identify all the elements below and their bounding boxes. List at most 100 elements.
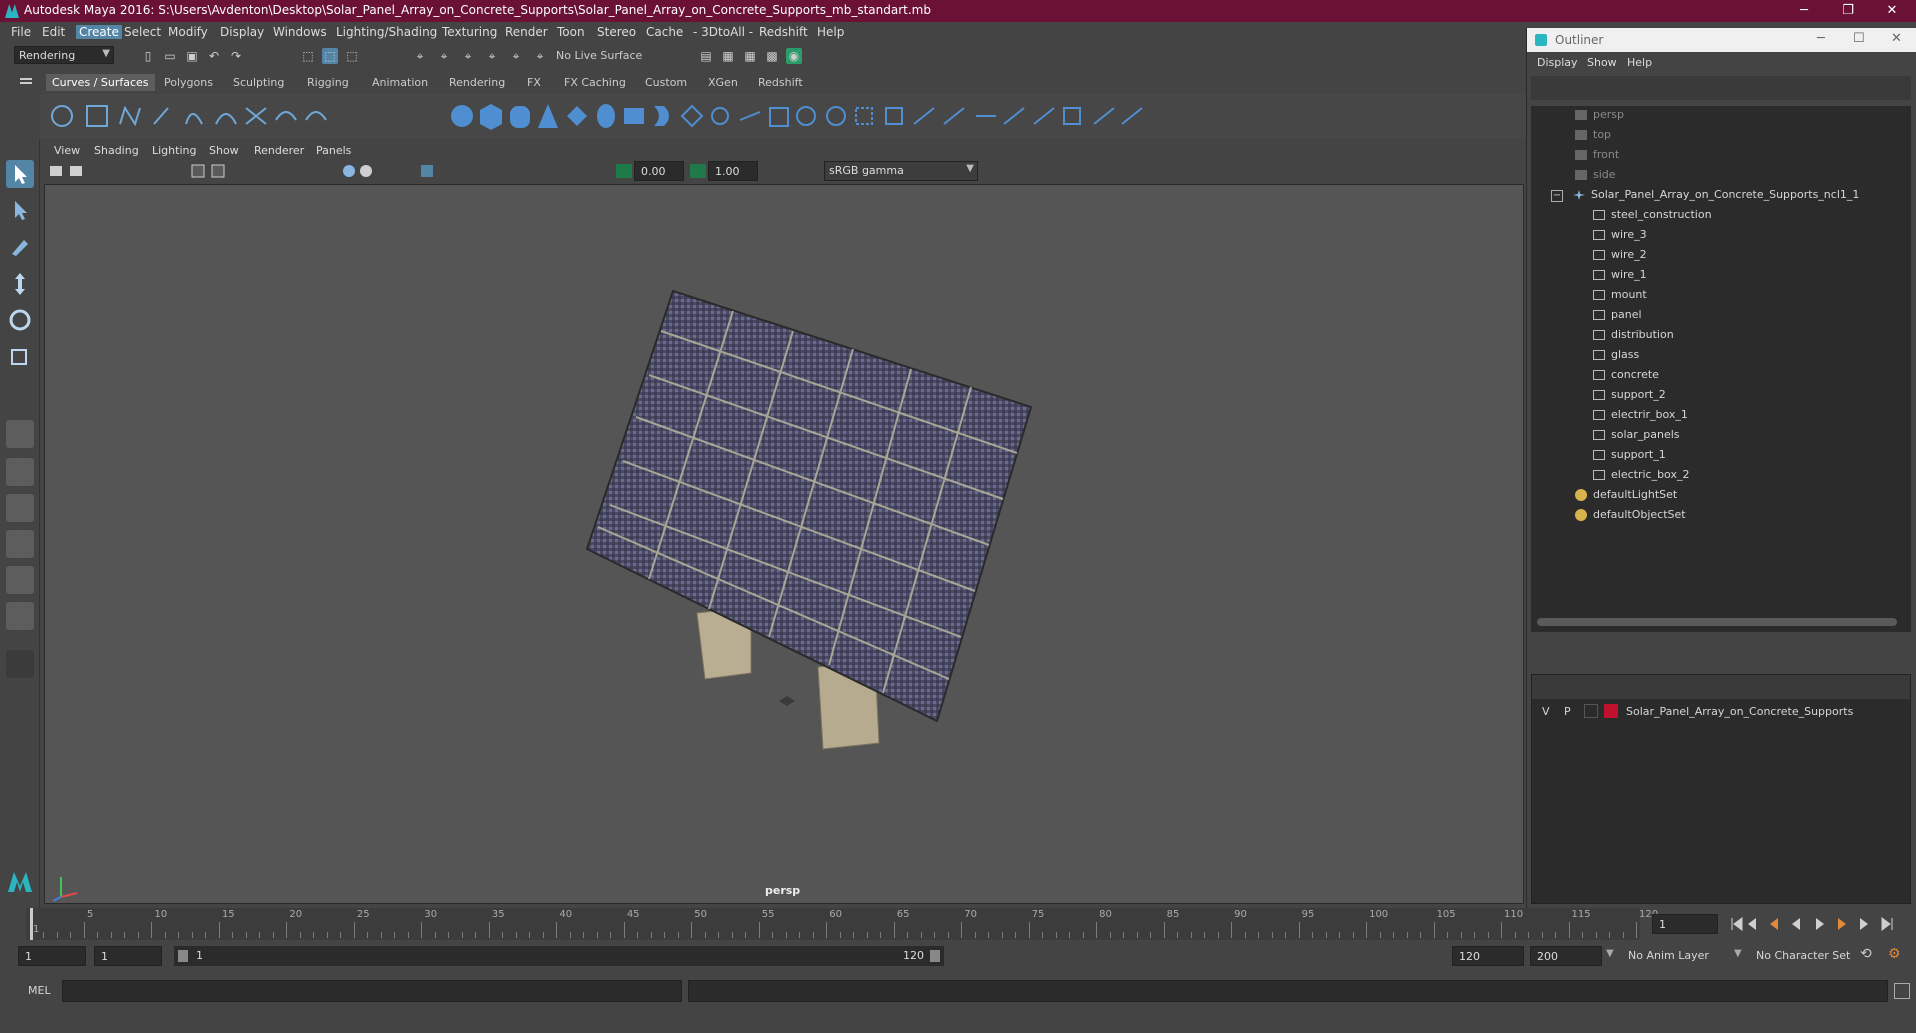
shelf-tab-fx[interactable]: FX [527,76,541,89]
menu-toon[interactable]: Toon [557,25,585,39]
ipr-render-icon[interactable]: ▦ [742,48,758,64]
exposure-icon[interactable] [616,164,632,178]
outliner-menu-help[interactable]: Help [1627,56,1652,69]
layout-four-icon[interactable] [6,458,34,486]
snap-curve-icon[interactable]: ⌖ [436,48,452,64]
select-tool-icon[interactable] [6,160,34,188]
snap-point-icon[interactable]: ⌖ [460,48,476,64]
shelf-tab-xgen[interactable]: XGen [708,76,738,89]
panel-menu-show[interactable]: Show [209,144,239,157]
outliner-item-mesh[interactable]: solar_panels [1593,428,1680,448]
menu-texturing[interactable]: Texturing [442,25,497,39]
layer-visibility-toggle[interactable]: V [1542,705,1550,718]
layout-two-icon[interactable] [6,494,34,522]
new-scene-icon[interactable]: ▯ [140,48,156,64]
layer-row[interactable]: V P Solar_Panel_Array_on_Concrete_Suppor… [1532,701,1910,721]
outliner-minimize-button[interactable]: ─ [1817,31,1825,46]
outliner-item-mesh[interactable]: support_1 [1593,448,1666,468]
menu-file[interactable]: File [11,25,31,39]
time-ruler[interactable]: 1 5 10 15 20 25 30 35 40 45 50 55 60 65 70 75 80 85 90 95 10… [26,908,1658,940]
redo-icon[interactable]: ↷ [228,48,244,64]
menu-display[interactable]: Display [220,25,264,39]
menu-render[interactable]: Render [505,25,548,39]
shelf-icon-strip[interactable] [40,94,1526,138]
viewport-persp[interactable]: persp [44,184,1524,904]
script-editor-icon[interactable] [1894,983,1910,999]
menu-lighting-shading[interactable]: Lighting/Shading [336,25,437,39]
outliner-menu-show[interactable]: Show [1587,56,1617,69]
playback-end-field[interactable]: 120 [1452,946,1524,966]
range-slider-start-handle[interactable] [178,950,188,962]
outliner-item-persp[interactable]: persp [1575,108,1624,128]
range-slider[interactable]: 1 120 [174,946,944,966]
layer-name[interactable]: Solar_Panel_Array_on_Concrete_Supports [1626,705,1853,718]
snap-grid-icon[interactable]: ⌖ [412,48,428,64]
chevron-down-icon[interactable]: ▼ [1606,948,1614,959]
snap-view-icon[interactable]: ⌖ [484,48,500,64]
gamma-field[interactable]: 1.00 [708,161,758,181]
outliner-item-mesh[interactable]: wire_2 [1593,248,1647,268]
character-set-dropdown[interactable]: No Character Set [1756,949,1850,962]
layer-playback-toggle[interactable]: P [1564,705,1571,718]
snap-surface-icon[interactable]: ⌖ [508,48,524,64]
render-settings-icon[interactable]: ▤ [698,48,714,64]
render-frame-icon[interactable]: ▦ [720,48,736,64]
shelf-tab-sculpting[interactable]: Sculpting [233,76,284,89]
scene-start-field[interactable]: 1 [18,946,86,966]
menu-stereo[interactable]: Stereo [597,25,636,39]
outliner-item-mesh[interactable]: electrir_box_1 [1593,408,1688,428]
color-space-dropdown[interactable]: sRGB gamma ▼ [824,161,978,181]
menu-modify[interactable]: Modify [168,25,208,39]
select-object-icon[interactable]: ⬚ [322,48,338,64]
outliner-item-mesh[interactable]: support_2 [1593,388,1666,408]
scene-end-field[interactable]: 200 [1530,946,1602,966]
shelf-tab-rigging[interactable]: Rigging [307,76,349,89]
outliner-item-front[interactable]: front [1575,148,1619,168]
shelf-tab-animation[interactable]: Animation [372,76,428,89]
outliner-item-top[interactable]: top [1575,128,1611,148]
menu-help[interactable]: Help [817,25,844,39]
hypershade-icon[interactable]: ◉ [786,48,802,64]
outliner-item-side[interactable]: side [1575,168,1616,188]
live-surface-label[interactable]: No Live Surface [556,49,642,62]
outliner-item-mesh[interactable]: electric_box_2 [1593,468,1689,488]
outliner-item-mesh[interactable]: wire_3 [1593,228,1647,248]
lasso-tool-icon[interactable] [6,196,34,224]
render-view-icon[interactable]: ▩ [764,48,780,64]
current-time-marker[interactable] [30,908,33,940]
menu-cache[interactable]: Cache [646,25,683,39]
undo-icon[interactable]: ↶ [206,48,222,64]
layout-hypershade-icon[interactable] [6,602,34,630]
auto-key-icon[interactable]: ⟲ [1860,946,1878,964]
anim-layer-dropdown[interactable]: No Anim Layer [1628,949,1709,962]
select-component-icon[interactable]: ⬚ [344,48,360,64]
outliner-item-mesh[interactable]: glass [1593,348,1639,368]
range-slider-end-handle[interactable] [930,950,940,962]
shelf-tab-polygons[interactable]: Polygons [164,76,213,89]
shelf-tab-curves-surfaces[interactable]: Curves / Surfaces [46,74,155,91]
shelf-menu-icon[interactable] [20,78,32,80]
outliner-item-mesh[interactable]: distribution [1593,328,1674,348]
scale-tool-icon[interactable] [6,342,34,370]
panel-menu-lighting[interactable]: Lighting [152,144,196,157]
preferences-icon[interactable]: ⚙ [1888,946,1906,964]
menu-create[interactable]: Create [76,25,122,39]
panel-menu-panels[interactable]: Panels [316,144,351,157]
command-language-label[interactable]: MEL [28,984,51,997]
outliner-menu-display[interactable]: Display [1537,56,1578,69]
outliner-item-mesh[interactable]: mount [1593,288,1647,308]
layout-more-icon[interactable] [6,650,34,678]
outliner-close-button[interactable]: ✕ [1891,31,1902,46]
layout-graph-icon[interactable] [6,566,34,594]
menu-redshift[interactable]: Redshift [759,25,808,39]
chevron-down-icon[interactable]: ▼ [1734,948,1742,959]
outliner-item-set[interactable]: defaultLightSet [1575,488,1677,508]
layout-single-icon[interactable] [6,420,34,448]
collapse-icon[interactable]: − [1551,190,1563,202]
current-frame-field[interactable]: 1 [1652,914,1718,934]
outliner-item-mesh[interactable]: wire_1 [1593,268,1647,288]
select-hierarchy-icon[interactable]: ⬚ [300,48,316,64]
outliner-item-mesh[interactable]: steel_construction [1593,208,1712,228]
close-button[interactable]: ✕ [1870,0,1914,22]
snap-edge-icon[interactable]: ⌖ [532,48,548,64]
